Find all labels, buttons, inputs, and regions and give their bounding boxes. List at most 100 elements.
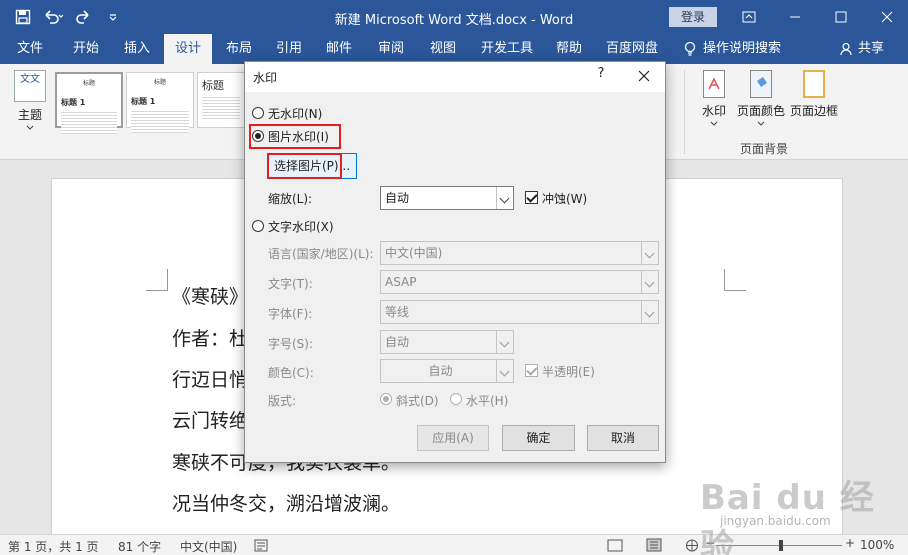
text-label: 文字(T): [268,277,313,291]
page-borders-button[interactable]: 页面边框 [789,70,839,119]
chevron-down-icon [496,187,513,209]
focus-mode-icon[interactable] [607,539,623,552]
tab-developer[interactable]: 开发工具 [476,34,538,64]
chevron-down-icon [641,242,658,264]
chevron-down-icon [496,360,513,382]
redo-icon [76,10,89,24]
cancel-button[interactable]: 取消 [587,425,659,451]
tab-mailings[interactable]: 邮件 [316,34,362,64]
close-icon [881,11,893,23]
picture-watermark-label[interactable]: 图片水印(I) [268,128,329,145]
watermark-dialog: 水印 ? 无水印(N) 图片水印(I) 选择图片(P)... 缩放(L): 自动… [244,61,666,463]
close-button[interactable] [864,0,908,34]
tab-home[interactable]: 开始 [62,34,110,64]
style-set-item[interactable]: 标题 标题 1 [55,72,123,134]
word-count[interactable]: 81 个字 [118,538,161,555]
tab-view[interactable]: 视图 [420,34,466,64]
maximize-button[interactable] [818,0,864,34]
redo-button[interactable] [70,6,96,28]
dialog-title-bar: 水印 ? [245,62,665,92]
tab-insert[interactable]: 插入 [114,34,160,64]
scale-label: 缩放(L): [268,192,313,206]
page-color-label: 页面颜色 [736,104,785,118]
style-set-item[interactable]: 标题 标题 1 [126,72,194,133]
undo-button[interactable] [40,6,66,28]
watermark-button[interactable]: 水印 [698,70,730,127]
dialog-title: 水印 [253,71,278,85]
horizontal-label[interactable]: 水平(H) [466,392,508,409]
tab-design[interactable]: 设计 [164,34,212,64]
macro-record-icon[interactable] [254,539,268,552]
language-indicator[interactable]: 中文(中国) [180,538,237,555]
share-button[interactable]: 共享 [840,34,884,64]
window-controls [726,0,908,34]
baidu-watermark-logo: Bai du 经验 [700,478,875,555]
washout-checkbox[interactable] [525,191,538,204]
tab-file[interactable]: 文件 [6,34,54,64]
save-button[interactable] [10,6,36,28]
doc-paragraph: 况当仲冬交，溯沿增波澜。 [172,493,401,515]
picture-watermark-radio[interactable] [252,130,264,142]
tab-layout[interactable]: 布局 [216,34,262,64]
text-watermark-radio[interactable] [252,220,264,232]
color-dropdown[interactable]: 自动 [380,359,514,383]
doc-paragraph: 云门转绝 [172,410,249,432]
themes-button[interactable]: 文文 主题 [10,70,50,131]
page-background-group-label: 页面背景 [739,142,788,156]
diagonal-label[interactable]: 斜式(D) [396,392,439,409]
tell-me-label: 操作说明搜索 [703,41,782,56]
doc-paragraph: 作者：杜 [172,328,249,350]
language-dropdown[interactable]: 中文(中国) [380,241,659,265]
customize-qat-button[interactable] [100,6,126,28]
dialog-help-button[interactable]: ? [591,66,611,88]
themes-icon: 文文 [14,70,46,102]
tab-review[interactable]: 审阅 [368,34,414,64]
scale-dropdown[interactable]: 自动 [380,186,514,210]
quick-access-toolbar [10,6,126,28]
minimize-button[interactable] [772,0,818,34]
text-watermark-label[interactable]: 文字水印(X) [268,218,334,235]
size-label: 字号(S): [268,337,314,351]
dialog-close-button[interactable] [629,64,659,90]
page-color-button[interactable]: 页面颜色 [736,70,786,127]
ribbon-options-icon [742,11,756,23]
web-layout-icon[interactable] [684,539,700,552]
tab-help[interactable]: 帮助 [546,34,592,64]
font-label: 字体(F): [268,307,313,321]
chevron-down-icon [109,14,117,21]
washout-label[interactable]: 冲蚀(W) [542,190,587,207]
semi-transparent-checkbox[interactable] [525,364,538,377]
semi-transparent-label[interactable]: 半透明(E) [542,363,595,380]
login-button[interactable]: 登录 [669,7,717,27]
undo-icon [45,10,64,24]
apply-button[interactable]: 应用(A) [417,425,489,451]
tab-references[interactable]: 引用 [266,34,312,64]
tell-me-search[interactable]: 操作说明搜索 [683,34,781,64]
highlight-select-picture [267,153,342,179]
layout-label: 版式: [268,394,297,408]
lightbulb-icon [684,41,696,56]
tab-baidu-netdisk[interactable]: 百度网盘 [600,34,664,64]
size-dropdown[interactable]: 自动 [380,330,514,354]
chevron-down-icon [496,331,513,353]
horizontal-radio[interactable] [450,393,462,405]
minimize-icon [790,16,800,18]
ribbon-display-options-button[interactable] [726,0,772,34]
share-label: 共享 [858,41,885,56]
ok-button[interactable]: 确定 [502,425,575,451]
diagonal-radio[interactable] [380,393,392,405]
themes-label: 主题 [17,108,42,122]
page-count[interactable]: 第 1 页，共 1 页 [8,538,99,555]
chevron-down-icon [26,125,34,130]
font-dropdown[interactable]: 等线 [380,300,659,324]
text-dropdown[interactable]: ASAP [380,270,659,294]
person-icon [840,42,852,56]
language-label: 语言(国家/地区)(L): [268,247,374,261]
no-watermark-label[interactable]: 无水印(N) [268,105,322,122]
style-set-item[interactable]: 标题 [197,72,245,128]
crop-mark [724,269,746,291]
no-watermark-radio[interactable] [252,107,264,119]
chevron-down-icon [710,121,718,126]
chevron-down-icon [641,301,658,323]
print-layout-icon[interactable] [646,538,662,552]
